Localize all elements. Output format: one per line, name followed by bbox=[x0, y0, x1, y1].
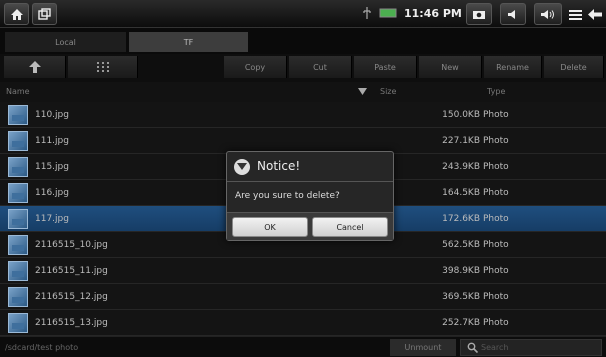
paste-button[interactable]: Paste bbox=[354, 56, 417, 78]
delete-button[interactable]: Delete bbox=[544, 56, 604, 78]
file-type: Photo bbox=[483, 188, 509, 198]
home-button[interactable] bbox=[4, 3, 29, 25]
clock: 11:46 PM bbox=[404, 7, 462, 20]
home-icon bbox=[10, 8, 23, 20]
file-type: Photo bbox=[483, 266, 509, 276]
file-name: 111.jpg bbox=[35, 136, 69, 146]
column-size[interactable]: Size bbox=[380, 87, 396, 96]
tab-local[interactable]: Local bbox=[5, 32, 126, 52]
file-size: 164.5KB bbox=[442, 188, 480, 198]
file-type: Photo bbox=[483, 240, 509, 250]
usb-icon bbox=[363, 7, 371, 19]
file-type: Photo bbox=[483, 162, 509, 172]
file-size: 252.7KB bbox=[442, 318, 480, 328]
cut-button[interactable]: Cut bbox=[289, 56, 352, 78]
file-row[interactable]: 2116515_13.jpg 252.7KB Photo bbox=[0, 310, 606, 336]
file-row[interactable]: 2116515_11.jpg 398.9KB Photo bbox=[0, 258, 606, 284]
bottom-bar: /sdcard/test photo Unmount bbox=[0, 336, 606, 357]
file-name: 2116515_11.jpg bbox=[35, 266, 108, 276]
new-button[interactable]: New bbox=[419, 56, 482, 78]
file-row[interactable]: 2116515_12.jpg 369.5KB Photo bbox=[0, 284, 606, 310]
dialog-message: Are you sure to delete? bbox=[235, 191, 340, 201]
file-type: Photo bbox=[483, 318, 509, 328]
file-size: 150.0KB bbox=[442, 110, 480, 120]
tab-tf[interactable]: TF bbox=[129, 32, 248, 52]
photo-thumbnail-icon bbox=[8, 235, 28, 255]
file-name: 117.jpg bbox=[35, 214, 69, 224]
column-type[interactable]: Type bbox=[487, 87, 505, 96]
battery-icon bbox=[379, 8, 397, 18]
volume-up-button[interactable] bbox=[534, 3, 562, 25]
menu-button[interactable] bbox=[567, 3, 583, 25]
window-icon bbox=[38, 8, 51, 20]
status-bar: 11:46 PM bbox=[0, 0, 606, 28]
current-path: /sdcard/test photo bbox=[5, 343, 79, 352]
volume-up-icon bbox=[541, 9, 554, 19]
ok-button[interactable]: OK bbox=[232, 217, 308, 237]
photo-thumbnail-icon bbox=[8, 287, 28, 307]
file-size: 227.1KB bbox=[442, 136, 480, 146]
back-icon bbox=[588, 8, 602, 20]
file-size: 562.5KB bbox=[442, 240, 480, 250]
cancel-button[interactable]: Cancel bbox=[312, 217, 388, 237]
file-size: 172.6KB bbox=[442, 214, 480, 224]
rename-button[interactable]: Rename bbox=[484, 56, 542, 78]
storage-tabs: Local TF bbox=[0, 28, 606, 54]
file-name: 110.jpg bbox=[35, 110, 69, 120]
photo-thumbnail-icon bbox=[8, 261, 28, 281]
camera-icon bbox=[473, 10, 485, 19]
window-button[interactable] bbox=[32, 3, 57, 25]
file-type: Photo bbox=[483, 136, 509, 146]
search-icon bbox=[467, 342, 478, 353]
screenshot-button[interactable] bbox=[466, 3, 492, 25]
photo-thumbnail-icon bbox=[8, 131, 28, 151]
file-size: 398.9KB bbox=[442, 266, 480, 276]
file-size: 369.5KB bbox=[442, 292, 480, 302]
search-input[interactable] bbox=[481, 341, 599, 354]
unmount-button[interactable]: Unmount bbox=[390, 339, 456, 356]
file-type: Photo bbox=[483, 110, 509, 120]
photo-thumbnail-icon bbox=[8, 209, 28, 229]
column-header: Name Size Type bbox=[0, 82, 606, 102]
search-box bbox=[460, 339, 602, 356]
copy-button[interactable]: Copy bbox=[224, 56, 287, 78]
view-mode-button[interactable] bbox=[68, 56, 138, 78]
file-name: 2116515_12.jpg bbox=[35, 292, 108, 302]
notice-icon bbox=[234, 159, 250, 175]
photo-thumbnail-icon bbox=[8, 313, 28, 333]
volume-down-icon bbox=[508, 9, 515, 19]
column-name[interactable]: Name bbox=[6, 87, 30, 96]
file-name: 2116515_10.jpg bbox=[35, 240, 108, 250]
file-name: 2116515_13.jpg bbox=[35, 318, 108, 328]
grid-icon bbox=[96, 62, 109, 72]
sort-desc-icon bbox=[358, 88, 367, 95]
file-name: 115.jpg bbox=[35, 162, 69, 172]
photo-thumbnail-icon bbox=[8, 105, 28, 125]
file-size: 243.9KB bbox=[442, 162, 480, 172]
menu-icon bbox=[568, 9, 582, 20]
dialog-title-bar: Notice! bbox=[227, 152, 393, 182]
toolbar: Copy Cut Paste New Rename Delete bbox=[0, 54, 606, 82]
photo-thumbnail-icon bbox=[8, 157, 28, 177]
volume-down-button[interactable] bbox=[500, 3, 526, 25]
file-name: 116.jpg bbox=[35, 188, 69, 198]
photo-thumbnail-icon bbox=[8, 183, 28, 203]
file-row[interactable]: 110.jpg 150.0KB Photo bbox=[0, 102, 606, 128]
file-type: Photo bbox=[483, 214, 509, 224]
arrow-up-icon bbox=[28, 61, 41, 73]
file-type: Photo bbox=[483, 292, 509, 302]
up-button[interactable] bbox=[4, 56, 66, 78]
dialog-buttons: OK Cancel bbox=[227, 212, 393, 240]
notice-dialog: Notice! Are you sure to delete? OK Cance… bbox=[226, 151, 394, 241]
back-button[interactable] bbox=[586, 3, 604, 25]
dialog-title: Notice! bbox=[257, 159, 301, 173]
